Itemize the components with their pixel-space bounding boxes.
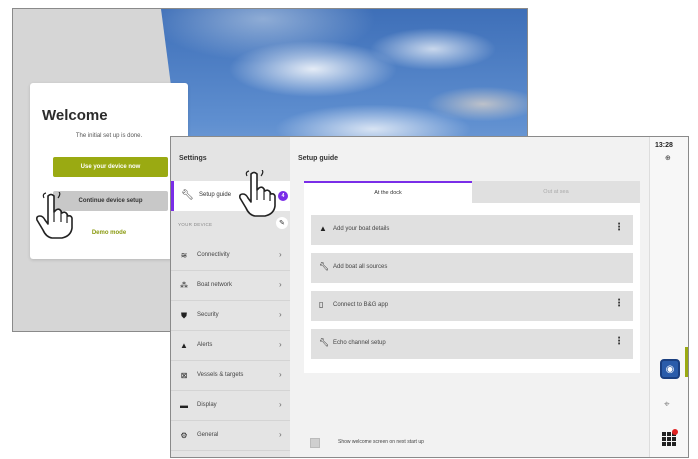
- sidebar-item-display[interactable]: ▬ Display ›: [171, 391, 290, 421]
- shield-icon: ⛊: [181, 311, 187, 320]
- vessel-icon: ⊠: [180, 371, 188, 380]
- welcome-screen-checkbox[interactable]: [310, 438, 320, 448]
- clock: 13:28: [655, 142, 673, 149]
- task-item-boat-sources[interactable]: 🔧︎ Add boat all sources: [311, 253, 633, 283]
- welcome-screen-checkbox-label: Show welcome screen on next start up: [338, 439, 424, 445]
- more-options-icon[interactable]: ⋮: [614, 222, 624, 233]
- sidebar-item-alerts[interactable]: ▲ Alerts ›: [171, 331, 290, 361]
- sidebar-item-general[interactable]: ⚙ General ›: [171, 421, 290, 451]
- gear-icon: ⚙: [180, 431, 188, 440]
- sidebar-item-security[interactable]: ⛊ Security ›: [171, 301, 290, 331]
- sidebar-item-label: Display: [197, 402, 217, 408]
- wrench-icon: 🔧︎: [181, 190, 194, 201]
- setup-guide-panel: Setup guide At the dock Out at sea ▲ Add…: [290, 137, 649, 457]
- right-rail: 13:28 ⊕ ◉ ⌖: [649, 137, 688, 457]
- sidebar-title: Settings: [179, 155, 207, 162]
- edit-icon[interactable]: ✎: [276, 217, 288, 229]
- hand-pointer-icon: [239, 170, 276, 217]
- active-indicator: [685, 347, 688, 377]
- sidebar-item-label: General: [197, 432, 219, 438]
- task-label: Add your boat details: [333, 226, 390, 232]
- count-badge: 4: [278, 191, 288, 201]
- chevron-right-icon: ›: [279, 310, 282, 319]
- page-title: Setup guide: [298, 155, 339, 162]
- sidebar-item-label: Vessels & targets: [197, 372, 244, 378]
- sidebar-item-label: Setup guide: [199, 192, 232, 198]
- phone-icon: ▯: [319, 300, 324, 309]
- wrench-icon: 🔧︎: [319, 262, 330, 271]
- chevron-right-icon: ›: [279, 250, 282, 259]
- sidebar-item-label: Security: [197, 312, 219, 318]
- task-item-boat-details[interactable]: ▲ Add your boat details ⋮: [311, 215, 633, 245]
- task-list: ▲ Add your boat details ⋮ 🔧︎ Add boat al…: [304, 203, 640, 373]
- task-label: Connect to B&G app: [333, 302, 389, 308]
- task-item-echo-channel[interactable]: 🔧︎ Echo channel setup ⋮: [311, 329, 633, 359]
- display-icon: ▬: [180, 401, 188, 410]
- sidebar-item-label: Boat network: [197, 282, 233, 288]
- sidebar-section-label: YOUR DEVICE: [178, 222, 213, 227]
- network-icon: ⁂: [180, 281, 188, 290]
- welcome-title: Welcome: [42, 107, 108, 124]
- chevron-right-icon: ›: [279, 280, 282, 289]
- hand-pointer-icon: [36, 192, 73, 239]
- chevron-right-icon: ›: [279, 340, 282, 349]
- use-device-button[interactable]: Use your device now: [53, 157, 168, 177]
- task-label: Add boat all sources: [333, 264, 388, 270]
- warning-icon: ▲: [180, 341, 188, 350]
- wrench-icon: 🔧︎: [319, 338, 330, 347]
- notification-dot: [672, 429, 678, 435]
- more-options-icon[interactable]: ⋮: [614, 336, 624, 347]
- welcome-subtitle: The initial set up is done.: [75, 133, 143, 139]
- lock-icon[interactable]: ⊕: [665, 154, 671, 162]
- map-pin-icon[interactable]: ⌖: [664, 399, 670, 410]
- tab-out-at-sea[interactable]: Out at sea: [472, 181, 640, 203]
- navigation-app-button[interactable]: ◉: [660, 359, 680, 379]
- sidebar-item-boat-network[interactable]: ⁂ Boat network ›: [171, 271, 290, 301]
- wifi-icon: ≋: [180, 251, 188, 260]
- sidebar-item-label: Alerts: [197, 342, 213, 348]
- task-label: Echo channel setup: [333, 340, 386, 346]
- sidebar-item-vessels-targets[interactable]: ⊠ Vessels & targets ›: [171, 361, 290, 391]
- boat-icon: ▲: [319, 224, 327, 233]
- sidebar-item-label: Connectivity: [197, 252, 230, 258]
- chevron-right-icon: ›: [279, 400, 282, 409]
- chevron-right-icon: ›: [279, 430, 282, 439]
- task-item-connect-app[interactable]: ▯ Connect to B&G app ⋮: [311, 291, 633, 321]
- sidebar-item-connectivity[interactable]: ≋ Connectivity ›: [171, 241, 290, 271]
- tab-bar: At the dock Out at sea: [304, 181, 640, 203]
- tab-at-the-dock[interactable]: At the dock: [304, 181, 472, 203]
- chevron-right-icon: ›: [279, 370, 282, 379]
- more-options-icon[interactable]: ⋮: [614, 298, 624, 309]
